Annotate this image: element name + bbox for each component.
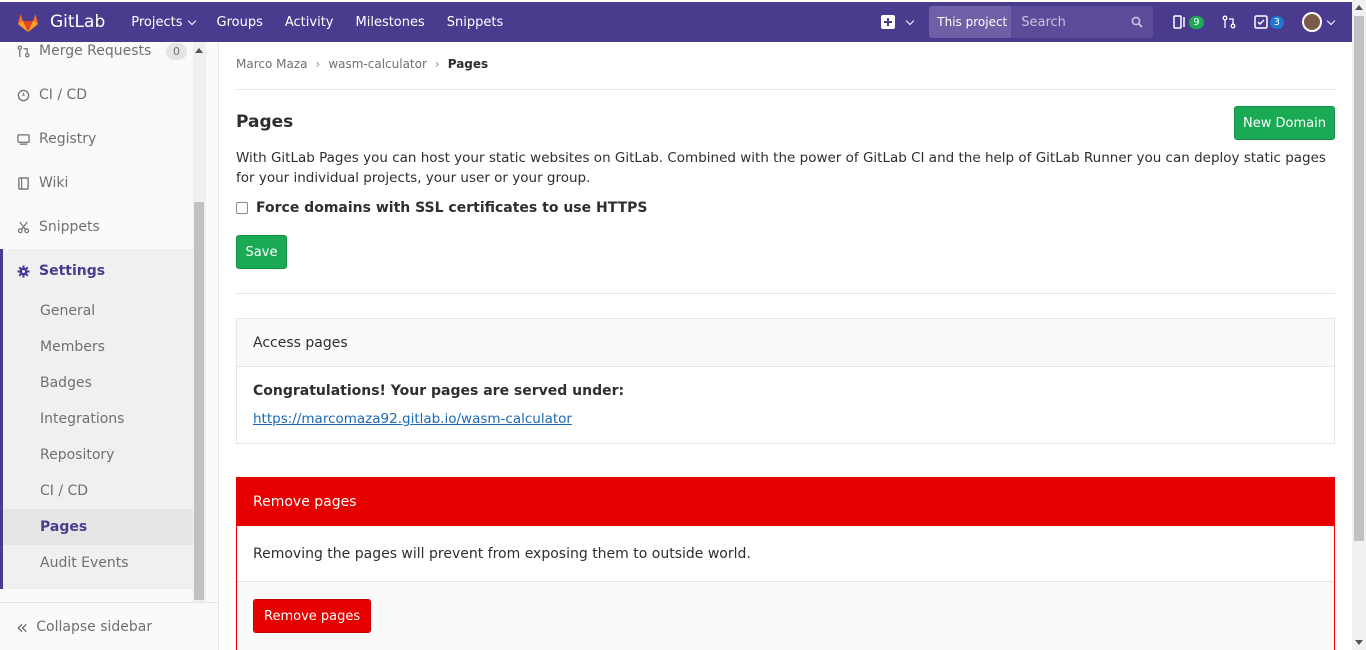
save-button[interactable]: Save <box>236 235 287 269</box>
todos-link[interactable]: 3 <box>1253 15 1284 29</box>
divider <box>236 293 1335 294</box>
sidebar-item-general[interactable]: General <box>3 293 205 329</box>
access-pages-heading: Access pages <box>237 319 1334 367</box>
force-https-checkbox[interactable] <box>236 202 248 214</box>
settings-label: Settings <box>39 263 106 279</box>
sidebar-item-label: Snippets <box>39 219 100 235</box>
sidebar-item-settings[interactable]: Settings <box>0 249 205 293</box>
issues-link[interactable]: 9 <box>1173 15 1204 29</box>
merge-request-icon <box>1222 15 1236 29</box>
sidebar-scrollbar[interactable] <box>193 42 206 602</box>
breadcrumb-project[interactable]: wasm-calculator <box>328 57 427 71</box>
gear-icon <box>17 264 30 278</box>
sidebar-item-snippets[interactable]: Snippets <box>0 205 205 249</box>
remove-pages-footer: Remove pages <box>237 582 1334 650</box>
collapse-sidebar-label: Collapse sidebar <box>36 618 153 635</box>
merge-requests-count: 0 <box>166 43 187 60</box>
issues-icon <box>1173 15 1185 29</box>
scissors-icon <box>17 221 30 233</box>
nav-groups[interactable]: Groups <box>217 15 263 30</box>
plus-square-icon <box>881 15 896 29</box>
nav-projects[interactable]: Projects <box>131 14 196 30</box>
sidebar-item-settings-ci-cd[interactable]: CI / CD <box>3 473 205 509</box>
sidebar-item-label: Merge Requests <box>39 43 152 59</box>
remove-pages-panel: Remove pages Removing the pages will pre… <box>236 477 1335 650</box>
nav-projects-label: Projects <box>131 14 183 30</box>
project-sidebar: Merge Requests 0 CI / CD Registry Wiki S… <box>0 42 219 650</box>
window-scrollbar-thumb[interactable] <box>1354 16 1364 541</box>
sidebar-item-label: Registry <box>39 131 97 147</box>
access-pages-panel: Access pages Congratulations! Your pages… <box>236 318 1335 444</box>
divider <box>236 89 1335 90</box>
collapse-sidebar-button[interactable]: « Collapse sidebar <box>0 602 218 650</box>
sidebar-item-audit-events[interactable]: Audit Events <box>3 545 205 581</box>
sidebar-item-pages[interactable]: Pages <box>3 509 205 545</box>
page-title: Pages <box>236 112 294 132</box>
search-input[interactable]: Search <box>1011 6 1154 38</box>
remove-pages-button[interactable]: Remove pages <box>253 599 372 633</box>
pages-description: With GitLab Pages you can host your stat… <box>236 150 1326 186</box>
search-box: This project Search <box>929 6 1154 38</box>
scroll-down-arrow-icon[interactable] <box>1355 640 1363 645</box>
sidebar-item-integrations[interactable]: Integrations <box>3 401 205 437</box>
merge-requests-link[interactable] <box>1222 15 1236 29</box>
rocket-icon <box>17 89 30 101</box>
scroll-up-arrow-icon[interactable] <box>1355 5 1363 10</box>
access-pages-body: Congratulations! Your pages are served u… <box>237 367 1334 443</box>
chevron-down-icon <box>187 16 196 25</box>
force-https-label: Force domains with SSL certificates to u… <box>256 200 648 216</box>
scroll-up-arrow-icon[interactable] <box>195 48 203 53</box>
search-icon <box>1131 16 1143 28</box>
pages-url-link[interactable]: https://marcomaza92.gitlab.io/wasm-calcu… <box>253 411 1318 427</box>
sidebar-scrollbar-thumb[interactable] <box>194 202 204 600</box>
sidebar-item-members[interactable]: Members <box>3 329 205 365</box>
sidebar-item-label: CI / CD <box>39 87 88 103</box>
congrats-text: Congratulations! Your pages are served u… <box>253 383 625 399</box>
remove-pages-heading: Remove pages <box>237 478 1334 526</box>
todo-checkbox-icon <box>1253 15 1268 29</box>
sidebar-item-badges[interactable]: Badges <box>3 365 205 401</box>
sidebar-item-label: Wiki <box>39 175 69 191</box>
chevron-down-icon <box>1326 16 1336 25</box>
avatar <box>1302 12 1322 32</box>
force-https-option[interactable]: Force domains with SSL certificates to u… <box>236 200 647 216</box>
user-menu[interactable] <box>1302 12 1336 32</box>
issues-count: 9 <box>1189 15 1204 29</box>
book-icon <box>18 176 29 190</box>
breadcrumb-current[interactable]: Pages <box>448 57 488 71</box>
breadcrumb: Marco Maza › wasm-calculator › Pages <box>236 57 488 71</box>
nav-milestones[interactable]: Milestones <box>356 15 425 30</box>
nav-activity[interactable]: Activity <box>285 15 334 30</box>
main-nav: Projects Groups Activity Milestones Snip… <box>131 15 525 30</box>
search-scope[interactable]: This project <box>929 6 1012 38</box>
new-dropdown-button[interactable] <box>881 15 915 29</box>
double-chevron-left-icon: « <box>16 614 29 639</box>
search-placeholder: Search <box>1021 14 1066 30</box>
breadcrumb-separator-icon: › <box>434 57 440 71</box>
nav-right: This project Search 9 3 <box>881 2 1352 42</box>
breadcrumb-user[interactable]: Marco Maza <box>236 57 308 71</box>
merge-request-icon <box>17 45 30 57</box>
sidebar-item-wiki[interactable]: Wiki <box>0 161 205 205</box>
sidebar-item-repository[interactable]: Repository <box>3 437 205 473</box>
sidebar-item-registry[interactable]: Registry <box>0 117 205 161</box>
nav-snippets[interactable]: Snippets <box>447 15 503 30</box>
breadcrumb-separator-icon: › <box>315 57 321 71</box>
chevron-down-icon <box>906 16 915 25</box>
remove-pages-text: Removing the pages will prevent from exp… <box>237 526 1334 582</box>
container-icon <box>17 133 30 145</box>
todos-count: 3 <box>1269 15 1284 29</box>
sidebar-item-ci-cd[interactable]: CI / CD <box>0 73 205 117</box>
new-domain-button[interactable]: New Domain <box>1234 106 1335 140</box>
window-scrollbar[interactable] <box>1352 0 1366 650</box>
